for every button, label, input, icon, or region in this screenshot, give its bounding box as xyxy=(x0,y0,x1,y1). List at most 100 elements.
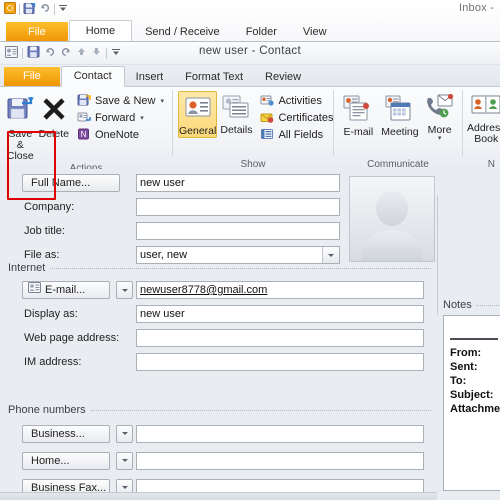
job-title-field[interactable] xyxy=(136,222,340,240)
outlook-main-tab-strip[interactable]: File Home Send / Receive Folder View xyxy=(0,19,500,42)
tab-review[interactable]: Review xyxy=(254,68,312,86)
qat-separator xyxy=(54,4,55,15)
certificates-icon xyxy=(260,110,274,127)
delete-button[interactable]: Delete xyxy=(39,91,69,140)
onenote-button[interactable]: N OneNote xyxy=(74,127,167,143)
chevron-down-icon xyxy=(328,253,334,257)
onenote-icon: N xyxy=(77,127,91,144)
general-button[interactable]: General xyxy=(178,91,218,138)
all-fields-button[interactable]: All Fields xyxy=(257,127,336,143)
business-phone-dropdown[interactable] xyxy=(116,424,133,443)
outlook-main-window: O Inbox - File Home Send / Receive Folde… xyxy=(0,0,500,43)
email-type-dropdown[interactable] xyxy=(116,281,133,299)
email-field[interactable]: newuser8778@gmail.com xyxy=(136,281,424,299)
row-job-title: Job title: xyxy=(0,221,437,241)
main-tab-file[interactable]: File xyxy=(6,22,68,42)
business-phone-button[interactable]: Business... xyxy=(22,424,110,443)
undo-icon[interactable] xyxy=(39,2,51,17)
company-field[interactable] xyxy=(136,198,340,216)
email-button[interactable]: E-mail xyxy=(339,91,378,138)
form-bottom-strip xyxy=(0,492,437,500)
email-button-selector[interactable]: E-mail... xyxy=(22,281,110,299)
ribbon-group-names: AddressBook N xyxy=(463,87,500,172)
activities-button[interactable]: Activities xyxy=(257,93,336,109)
chevron-down-icon xyxy=(121,432,128,435)
more-icon xyxy=(425,93,455,123)
save-and-close-icon xyxy=(5,94,35,127)
tab-insert[interactable]: Insert xyxy=(125,68,175,86)
actions-small-buttons: Save & New ▾ Forward ▾ N OneNote xyxy=(74,91,167,143)
main-quick-access-toolbar[interactable]: O xyxy=(4,2,68,17)
save-and-close-label: Save & Close xyxy=(6,128,34,162)
full-name-button[interactable]: Full Name... xyxy=(22,174,120,192)
home-phone-dropdown[interactable] xyxy=(116,451,133,470)
save-icon[interactable] xyxy=(23,2,36,18)
outlook-logo-icon[interactable]: O xyxy=(4,2,16,17)
chevron-down-icon[interactable]: ▾ xyxy=(140,114,144,122)
section-rule xyxy=(475,304,500,306)
display-as-field[interactable]: new user xyxy=(136,305,424,323)
activities-icon xyxy=(260,93,275,110)
activities-label: Activities xyxy=(278,95,322,107)
notes-textarea[interactable]: From: Sent: To: Subject: Attachme xyxy=(443,315,500,491)
home-phone-field[interactable] xyxy=(136,451,424,470)
contact-window-title: new user - Contact xyxy=(199,45,301,57)
tab-format-text[interactable]: Format Text xyxy=(174,68,254,86)
full-name-field[interactable]: new user xyxy=(136,174,340,192)
details-card-icon xyxy=(222,94,250,123)
phone-numbers-section: Phone numbers Business... Home... Busine… xyxy=(0,403,437,500)
email-label: E-mail xyxy=(343,126,374,138)
tab-file[interactable]: File xyxy=(4,67,60,86)
certificates-label: Certificates xyxy=(278,112,334,124)
company-label: Company: xyxy=(24,201,75,213)
phone-numbers-section-label: Phone numbers xyxy=(8,404,86,416)
row-email: E-mail... newuser8778@gmail.com xyxy=(0,280,437,300)
general-label: General xyxy=(179,125,217,137)
email-button-label: E-mail... xyxy=(45,283,86,296)
all-fields-label: All Fields xyxy=(278,129,324,141)
notes-line-attachments: Attachme xyxy=(450,403,500,415)
internet-section-label: Internet xyxy=(8,262,46,274)
address-book-button[interactable]: AddressBook xyxy=(467,91,500,145)
certificates-button[interactable]: Certificates xyxy=(257,110,336,126)
chevron-down-icon[interactable]: ▾ xyxy=(160,97,164,105)
notes-line-subject: Subject: xyxy=(450,389,494,401)
home-phone-button[interactable]: Home... xyxy=(22,451,110,470)
forward-icon xyxy=(77,110,91,127)
im-address-field[interactable] xyxy=(136,353,424,371)
meeting-button[interactable]: Meeting xyxy=(379,91,422,138)
main-tab-view[interactable]: View xyxy=(290,23,340,42)
business-phone-field[interactable] xyxy=(136,424,424,443)
address-book-icon xyxy=(471,94,500,121)
main-tab-home[interactable]: Home xyxy=(68,20,133,42)
main-tab-folder[interactable]: Folder xyxy=(233,23,290,42)
save-and-close-button[interactable]: Save & Close xyxy=(5,91,36,162)
chevron-down-icon xyxy=(121,288,128,292)
tab-contact[interactable]: Contact xyxy=(60,66,125,87)
contact-ribbon-tab-strip[interactable]: File Contact Insert Format Text Review xyxy=(0,65,500,87)
notes-pane: Notes From: Sent: To: Subject: Attachme xyxy=(437,169,500,500)
web-page-address-field[interactable] xyxy=(136,329,424,347)
more-button[interactable]: More ▾ xyxy=(422,91,457,142)
im-address-label: IM address: xyxy=(24,356,82,368)
ribbon-group-communicate: E-mail Meeting More ▾ Communicate xyxy=(334,87,462,172)
save-and-new-button[interactable]: Save & New ▾ xyxy=(74,93,167,109)
notes-section-header: Notes xyxy=(443,299,500,311)
details-button[interactable]: Details xyxy=(220,91,252,136)
email-value: newuser8778@gmail.com xyxy=(140,284,268,296)
contact-form-left-pane: Full Name... new user Company: Job title… xyxy=(0,169,437,500)
contact-window: new user - Contact File Contact Insert F… xyxy=(0,41,500,500)
row-company: Company: xyxy=(0,197,437,217)
customize-qat-icon[interactable] xyxy=(58,3,68,16)
row-full-name: Full Name... new user xyxy=(0,173,437,193)
web-page-address-label: Web page address: xyxy=(24,332,120,344)
main-tab-send-receive[interactable]: Send / Receive xyxy=(132,23,233,42)
ribbon-group-show: General Details Activities Certificates … xyxy=(173,87,336,172)
file-as-value: user, new xyxy=(140,249,188,261)
internet-section-header: Internet xyxy=(0,261,437,275)
chevron-down-icon[interactable]: ▾ xyxy=(438,135,442,142)
meeting-icon xyxy=(385,94,415,125)
contact-ribbon: Save & Close Delete Save & New ▾ Forward… xyxy=(0,87,500,174)
outlook-contact-window-screenshot: O Inbox - File Home Send / Receive Folde… xyxy=(0,0,500,500)
forward-button[interactable]: Forward ▾ xyxy=(74,110,167,126)
